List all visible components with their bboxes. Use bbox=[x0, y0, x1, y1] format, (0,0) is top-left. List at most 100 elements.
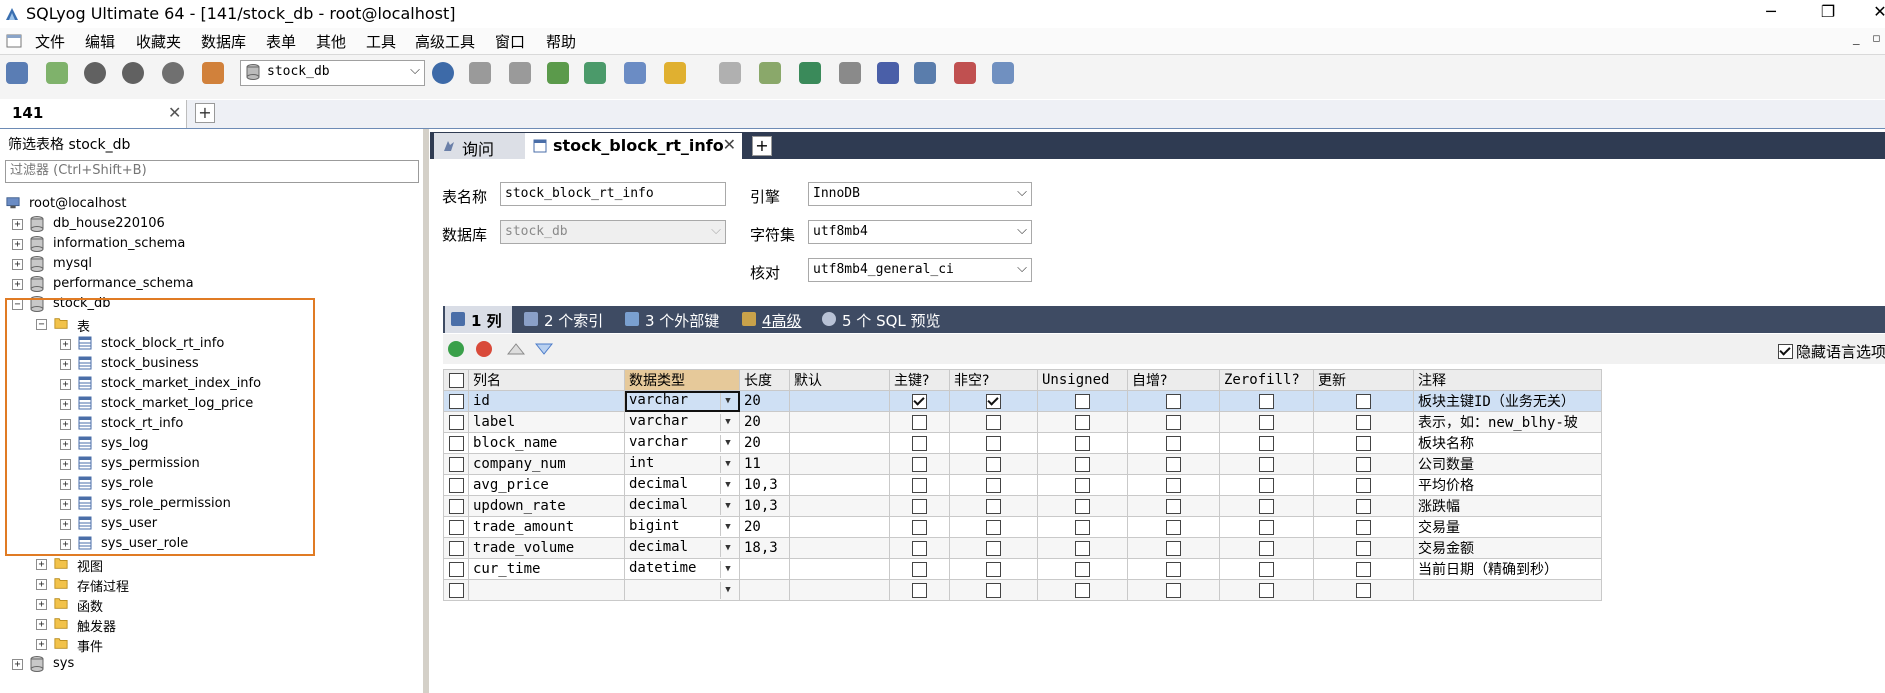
unsigned-cell[interactable] bbox=[1037, 537, 1128, 559]
checkbox[interactable] bbox=[1356, 456, 1371, 472]
auto-increment-cell[interactable] bbox=[1127, 537, 1220, 559]
checkbox[interactable] bbox=[1259, 561, 1274, 577]
move-down-icon[interactable] bbox=[535, 342, 553, 356]
on-update-cell[interactable] bbox=[1313, 537, 1414, 559]
sync-icon[interactable] bbox=[795, 58, 825, 88]
auto-increment-cell[interactable] bbox=[1127, 495, 1220, 517]
tree-root-server[interactable]: root@localhost bbox=[0, 194, 420, 214]
tree-db-item[interactable]: + mysql bbox=[0, 254, 420, 274]
checkbox[interactable] bbox=[1075, 393, 1090, 409]
auto-increment-cell[interactable] bbox=[1127, 411, 1220, 433]
chevron-down-icon[interactable]: ▼ bbox=[720, 435, 735, 452]
unsigned-cell[interactable] bbox=[1037, 516, 1128, 538]
column-name-cell[interactable]: id bbox=[468, 390, 625, 412]
header-unsigned[interactable]: Unsigned bbox=[1037, 369, 1128, 391]
header-default[interactable]: 默认 bbox=[789, 369, 890, 391]
row-select-cell[interactable] bbox=[443, 432, 469, 454]
not-null-cell[interactable] bbox=[949, 432, 1038, 454]
checkbox[interactable] bbox=[986, 456, 1001, 472]
expand-toggle-icon[interactable]: + bbox=[12, 659, 23, 670]
chevron-down-icon[interactable]: ▼ bbox=[720, 561, 735, 578]
chevron-down-icon[interactable]: ▼ bbox=[720, 498, 735, 515]
default-cell[interactable] bbox=[789, 495, 890, 517]
move-up-icon[interactable] bbox=[507, 342, 525, 356]
not-null-cell[interactable] bbox=[949, 390, 1038, 412]
filter-input[interactable] bbox=[6, 161, 414, 180]
table-add-icon[interactable] bbox=[505, 58, 535, 88]
new-connection-icon[interactable] bbox=[2, 58, 32, 88]
zerofill-cell[interactable] bbox=[1219, 537, 1314, 559]
menu-window[interactable]: 窗口 bbox=[495, 31, 525, 52]
row-select-cell[interactable] bbox=[443, 453, 469, 475]
comment-cell[interactable]: 板块主键ID（业务无关） bbox=[1413, 390, 1602, 412]
checkbox[interactable] bbox=[1166, 540, 1181, 556]
default-cell[interactable] bbox=[789, 390, 890, 412]
expand-toggle-icon[interactable]: + bbox=[36, 599, 47, 610]
comment-cell[interactable]: 公司数量 bbox=[1413, 453, 1602, 475]
zerofill-cell[interactable] bbox=[1219, 558, 1314, 580]
checkbox[interactable] bbox=[1356, 477, 1371, 493]
tree-folder-item[interactable]: + 事件 bbox=[0, 634, 420, 655]
checkbox[interactable] bbox=[448, 393, 464, 409]
checkbox[interactable] bbox=[986, 519, 1001, 535]
checkbox[interactable] bbox=[1356, 540, 1371, 556]
checkbox[interactable] bbox=[1166, 435, 1181, 451]
row-select-cell[interactable] bbox=[443, 495, 469, 517]
remove-column-icon[interactable] bbox=[476, 341, 492, 357]
zerofill-cell[interactable] bbox=[1219, 453, 1314, 475]
zerofill-cell[interactable] bbox=[1219, 495, 1314, 517]
unsigned-cell[interactable] bbox=[1037, 432, 1128, 454]
unsigned-cell[interactable] bbox=[1037, 558, 1128, 580]
tab-indexes[interactable]: 2 个索引 bbox=[518, 306, 608, 333]
checkbox[interactable] bbox=[912, 519, 927, 535]
column-name-cell[interactable]: cur_time bbox=[468, 558, 625, 580]
chevron-down-icon[interactable]: ▼ bbox=[720, 519, 735, 536]
checkbox[interactable] bbox=[1166, 582, 1181, 598]
db-add-icon[interactable] bbox=[465, 58, 495, 88]
select-all-cell[interactable] bbox=[443, 369, 469, 391]
checkbox[interactable] bbox=[1166, 456, 1181, 472]
comment-cell[interactable]: 交易金额 bbox=[1413, 537, 1602, 559]
add-column-icon[interactable] bbox=[448, 341, 464, 357]
checkbox[interactable] bbox=[1166, 519, 1181, 535]
checkbox[interactable] bbox=[912, 435, 927, 451]
close-icon[interactable]: ✕ bbox=[723, 135, 736, 154]
checkbox[interactable] bbox=[1259, 477, 1274, 493]
hide-language-option-checkbox[interactable]: 隐藏语言选项 bbox=[1778, 341, 1885, 362]
column-name-cell[interactable]: trade_volume bbox=[468, 537, 625, 559]
tree-db-item[interactable]: + db_house220106 bbox=[0, 214, 420, 234]
table-row[interactable]: ▼ bbox=[443, 579, 1602, 601]
checkbox[interactable] bbox=[1075, 435, 1090, 451]
grid-icon[interactable] bbox=[620, 58, 650, 88]
row-select-cell[interactable] bbox=[443, 411, 469, 433]
mdi-window-icon[interactable] bbox=[6, 33, 22, 49]
connection-tab[interactable]: 141 ✕ bbox=[0, 100, 187, 128]
not-null-cell[interactable] bbox=[949, 453, 1038, 475]
tab-advanced[interactable]: 4高级 bbox=[736, 306, 806, 333]
length-cell[interactable]: 20 bbox=[739, 516, 790, 538]
checkbox[interactable] bbox=[448, 540, 464, 556]
chevron-down-icon[interactable]: ▼ bbox=[720, 456, 735, 473]
tree-folder-item[interactable]: + 函数 bbox=[0, 594, 420, 615]
tab-foreign-keys[interactable]: 3 个外部键 bbox=[619, 306, 729, 333]
default-cell[interactable] bbox=[789, 453, 890, 475]
header-data-type[interactable]: 数据类型 bbox=[624, 369, 740, 391]
tab-table-editor[interactable]: stock_block_rt_info ✕ bbox=[525, 133, 742, 159]
minimize-button[interactable]: ─ bbox=[1751, 2, 1791, 21]
length-cell[interactable]: 18,3 bbox=[739, 537, 790, 559]
copy-db-icon[interactable] bbox=[835, 58, 865, 88]
expand-toggle-icon[interactable]: + bbox=[36, 579, 47, 590]
table-row[interactable]: trade_amount ▼ bigint 20 交易量 bbox=[443, 516, 1602, 538]
on-update-cell[interactable] bbox=[1313, 558, 1414, 580]
history-icon[interactable] bbox=[715, 58, 745, 88]
column-name-cell[interactable]: avg_price bbox=[468, 474, 625, 496]
add-tab-button[interactable]: + bbox=[752, 136, 772, 156]
menu-database[interactable]: 数据库 bbox=[201, 31, 246, 52]
checkbox[interactable] bbox=[1075, 498, 1090, 514]
menu-others[interactable]: 其他 bbox=[316, 31, 346, 52]
checkbox[interactable] bbox=[1259, 498, 1274, 514]
tab-columns[interactable]: 1 列 bbox=[445, 306, 512, 333]
length-cell[interactable]: 10,3 bbox=[739, 474, 790, 496]
designer-icon[interactable] bbox=[988, 58, 1018, 88]
profile-icon[interactable] bbox=[950, 58, 980, 88]
